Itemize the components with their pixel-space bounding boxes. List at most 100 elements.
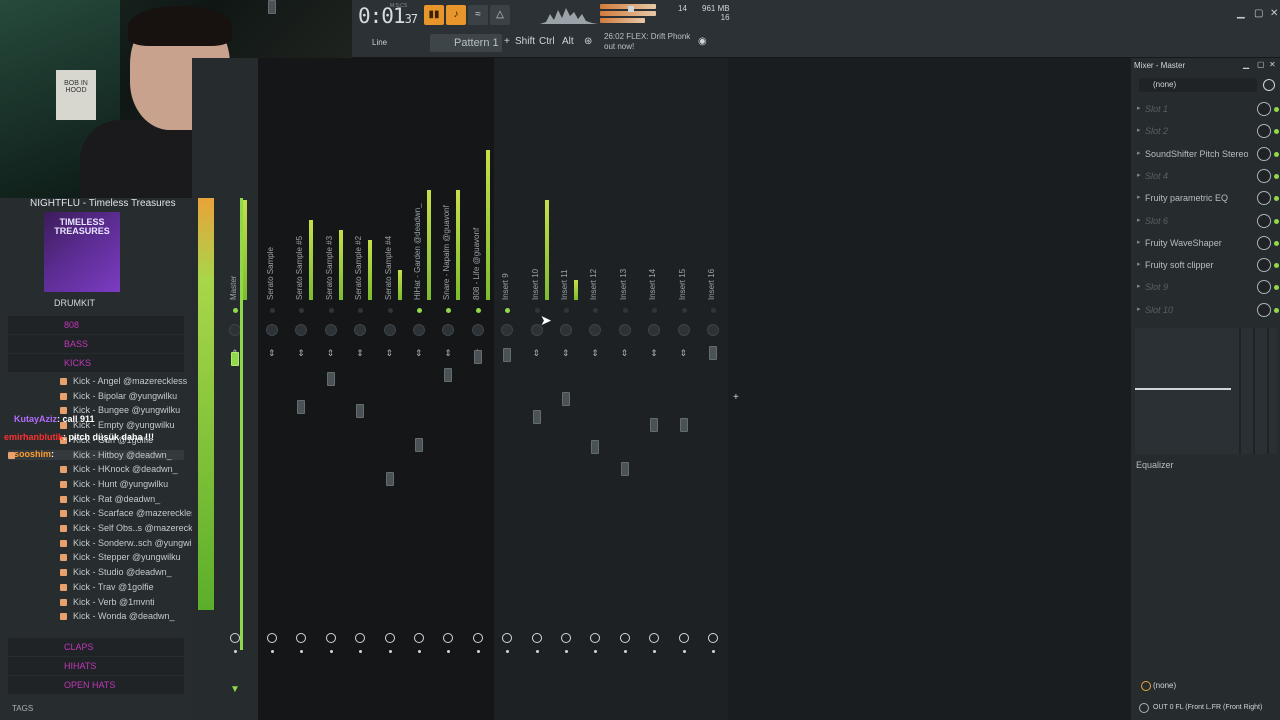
maximize-icon[interactable]: ▢: [1257, 60, 1265, 69]
mute-led[interactable]: [681, 308, 687, 313]
tempo-button[interactable]: ≈: [468, 5, 488, 25]
sample-item[interactable]: Kick - Studio @deadwn_: [60, 567, 172, 577]
add-pattern-icon[interactable]: +: [504, 36, 510, 47]
stereo-separation-icon[interactable]: ⇕: [591, 348, 599, 359]
track-name[interactable]: Insert 16: [707, 269, 716, 300]
route-indicator[interactable]: [712, 650, 715, 653]
slot-arrow-icon[interactable]: ▸: [1137, 282, 1141, 290]
stereo-separation-icon[interactable]: ⇕: [297, 348, 305, 359]
route-indicator[interactable]: [682, 650, 686, 653]
sample-item[interactable]: Kick - Stepper @yungwilku: [60, 552, 181, 562]
folder-drumkit[interactable]: DRUMKIT: [54, 298, 95, 308]
stereo-separation-icon[interactable]: ⇕: [533, 348, 541, 359]
slot-mix-knob[interactable]: [1257, 102, 1271, 116]
news-panel[interactable]: 26:02 FLEX: Drift Phonk out now!: [604, 32, 690, 52]
volume-fader[interactable]: [679, 418, 688, 432]
mute-led[interactable]: [270, 308, 275, 313]
slot-arrow-icon[interactable]: ▸: [1137, 260, 1141, 268]
track-name[interactable]: Serato Sample #4: [384, 236, 393, 300]
empty-slot[interactable]: Slot 9: [1133, 278, 1257, 296]
mute-led[interactable]: [534, 308, 540, 313]
track-name[interactable]: Master: [229, 276, 238, 300]
pan-knob[interactable]: [266, 324, 278, 336]
sample-item[interactable]: Kick - Rat @deadwn_: [60, 494, 160, 504]
volume-fader[interactable]: [650, 418, 659, 432]
sample-item[interactable]: Kick - Scarface @mazereckless: [60, 508, 200, 518]
mute-led[interactable]: [711, 308, 716, 313]
track-name[interactable]: 808 - Life @guavonf: [472, 228, 481, 300]
eq-graph[interactable]: [1135, 328, 1277, 454]
pan-knob[interactable]: [324, 324, 337, 336]
slot-enable-led[interactable]: [1274, 218, 1279, 224]
effect-slot[interactable]: SoundShifter Pitch Stereo: [1133, 145, 1257, 163]
stereo-separation-icon[interactable]: ⇕: [268, 348, 276, 359]
record-arm-icon[interactable]: [230, 633, 240, 643]
mute-led[interactable]: [328, 308, 334, 313]
stereo-separation-icon[interactable]: ⇕: [621, 348, 629, 359]
track-name[interactable]: Insert 9: [501, 273, 510, 300]
volume-fader[interactable]: [473, 350, 482, 364]
pan-knob[interactable]: [677, 324, 690, 336]
pan-knob[interactable]: [707, 324, 719, 336]
empty-slot[interactable]: Slot 4: [1133, 167, 1257, 185]
folder-kicks[interactable]: KICKS: [64, 358, 91, 368]
slot-enable-led[interactable]: [1274, 285, 1279, 291]
mute-led[interactable]: [564, 308, 569, 313]
song-position[interactable]: 0:0137: [358, 4, 418, 28]
record-arm-icon[interactable]: [384, 633, 395, 643]
slot-mix-knob[interactable]: [1257, 258, 1271, 273]
empty-slot[interactable]: Slot 2: [1133, 122, 1257, 140]
minimize-icon[interactable]: ▁: [1237, 8, 1245, 19]
mute-led[interactable]: [475, 308, 481, 313]
slot-arrow-icon[interactable]: ▸: [1137, 238, 1141, 246]
slot-mix-knob[interactable]: [1257, 280, 1271, 295]
web-icon[interactable]: ◉: [698, 36, 707, 47]
folder-bass[interactable]: BASS: [64, 339, 88, 349]
record-arm-icon[interactable]: [561, 633, 571, 643]
ctrl-button[interactable]: Ctrl: [539, 36, 555, 47]
mute-led[interactable]: [417, 308, 422, 313]
slot-enable-led[interactable]: [1274, 307, 1279, 313]
slot-mix-knob[interactable]: [1257, 191, 1271, 206]
slot-arrow-icon[interactable]: ▸: [1137, 305, 1141, 313]
tags-label[interactable]: TAGS: [12, 704, 33, 713]
route-indicator[interactable]: [418, 650, 421, 653]
volume-fader[interactable]: [297, 400, 306, 414]
output-none[interactable]: (none): [1153, 681, 1176, 690]
record-arm-icon[interactable]: [472, 633, 483, 643]
sample-item[interactable]: Kick - Bipolar @yungwilku: [60, 391, 177, 401]
slot-mix-knob[interactable]: [1257, 213, 1271, 228]
stereo-separation-icon[interactable]: ⇕: [680, 348, 688, 359]
output-device-icon[interactable]: [1139, 703, 1149, 713]
slot-enable-led[interactable]: [1274, 196, 1279, 202]
sample-item[interactable]: Kick - Self Obs..s @mazereckless: [60, 523, 209, 533]
track-name[interactable]: Serato Sample #5: [295, 236, 304, 300]
track-name[interactable]: Insert 12: [589, 269, 598, 300]
volume-fader[interactable]: [326, 372, 335, 386]
pan-knob[interactable]: [413, 324, 425, 336]
pattern-selector[interactable]: Pattern 1: [430, 34, 502, 52]
record-arm-icon[interactable]: [619, 633, 630, 643]
minimize-icon[interactable]: ▁: [1243, 60, 1249, 69]
track-name[interactable]: HiHat - Garden @deadwn_: [413, 203, 422, 300]
empty-slot[interactable]: Slot 10: [1133, 301, 1257, 319]
slot-enable-led[interactable]: [1274, 107, 1279, 112]
pan-knob[interactable]: [560, 324, 572, 336]
volume-fader[interactable]: [385, 472, 394, 486]
track-name[interactable]: Snare - Napalm @guavonf: [442, 205, 451, 300]
sample-item[interactable]: Kick - HKnock @deadwn_: [60, 464, 178, 474]
folder-claps[interactable]: CLAPS: [64, 642, 94, 652]
clock-icon[interactable]: [1263, 79, 1275, 91]
volume-fader[interactable]: [231, 352, 239, 366]
slot-enable-led[interactable]: [1274, 129, 1279, 135]
slot-mix-knob[interactable]: [1257, 235, 1271, 250]
track-name[interactable]: Insert 10: [531, 269, 540, 300]
slot-mix-knob[interactable]: [1257, 124, 1271, 139]
effect-slot[interactable]: Fruity soft clipper: [1133, 256, 1257, 274]
folder-808[interactable]: 808: [64, 320, 79, 330]
route-arrow-icon[interactable]: ▼: [230, 684, 240, 695]
shift-button[interactable]: Shift: [515, 36, 535, 47]
route-indicator[interactable]: [388, 650, 392, 653]
stereo-separation-icon[interactable]: ⇕: [356, 348, 364, 359]
volume-fader[interactable]: [444, 368, 453, 382]
